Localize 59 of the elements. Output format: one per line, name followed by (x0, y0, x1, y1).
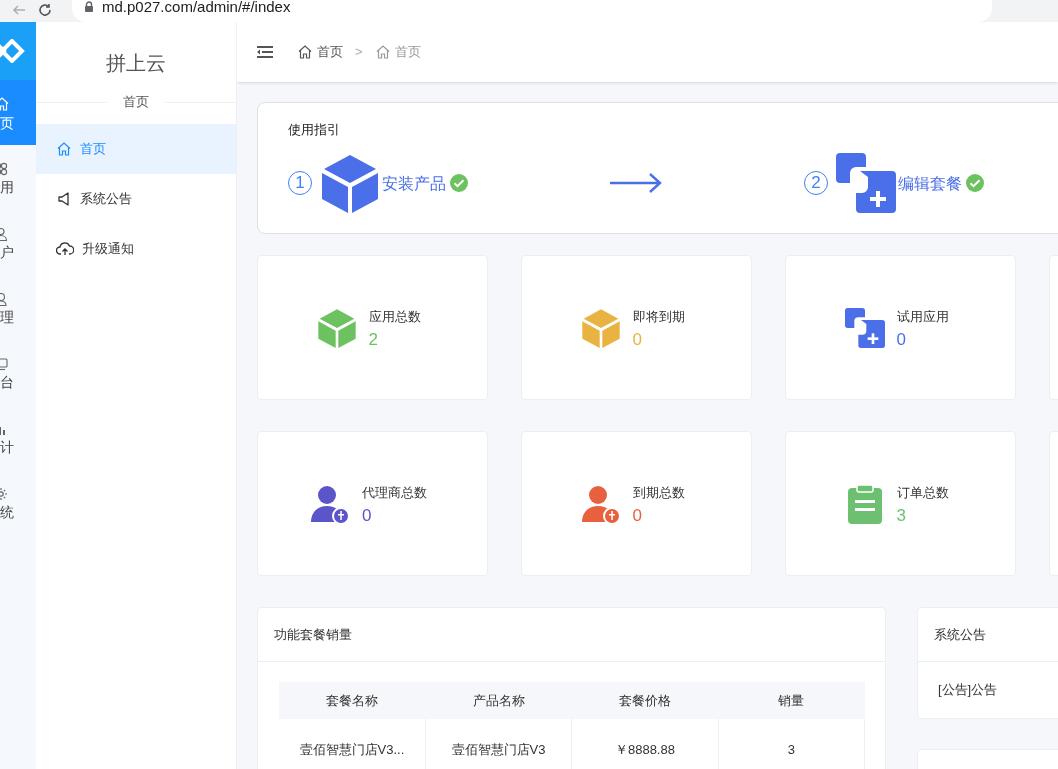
rail-label: 理 (0, 309, 14, 324)
url-text: md.p027.com/admin/#/index (102, 0, 291, 17)
arrow-icon (608, 170, 664, 195)
table-cell: ￥8888.88 (571, 719, 719, 769)
rail-item[interactable]: 户 (0, 210, 36, 275)
table-cell: 壹佰智慧门店V3... (279, 719, 426, 769)
home-icon (297, 44, 313, 60)
reload-icon (38, 3, 52, 17)
rail-item[interactable]: 理 (0, 275, 36, 340)
rail-item[interactable]: 计 (0, 405, 36, 470)
column-header: 销量 (718, 682, 865, 719)
rail-label: 计 (0, 439, 14, 454)
stat-value: 0 (362, 506, 373, 524)
breadcrumb-link[interactable]: 首页 (297, 42, 343, 62)
back-icon (12, 3, 26, 17)
app-title: 拼上云 (106, 51, 166, 76)
rail-item[interactable]: 统 (0, 470, 36, 535)
stat-value: 2 (368, 330, 379, 348)
stat-label: 试用应用 (896, 308, 949, 327)
table-cell: 壹佰智慧门店V3 (425, 719, 572, 769)
rail-label: 用 (0, 179, 14, 194)
stat-value: 3 (896, 506, 907, 524)
stat-label: 代理商总数 (362, 484, 427, 503)
rail-label: 统 (0, 504, 14, 519)
stat-value: 0 (632, 330, 643, 348)
rail-label: 台 (0, 374, 14, 389)
stat-label: 即将到期 (632, 308, 685, 327)
column-header: 产品名称 (425, 682, 572, 719)
card-title: 功能套餐销量 (258, 608, 885, 662)
notice-link[interactable]: [公告]公告 (918, 662, 1058, 718)
stat-value: 0 (632, 506, 643, 524)
menu-item[interactable]: 系统公告 (36, 174, 236, 224)
breadcrumb-separator: > (355, 43, 363, 62)
home-icon (56, 141, 72, 157)
stat-label: 到期总数 (632, 484, 685, 503)
rail-item[interactable]: 台 (0, 340, 36, 405)
logo-icon (0, 39, 26, 63)
card-title: 系统公告 (918, 608, 1058, 662)
column-header: 套餐价格 (571, 682, 719, 719)
step-link[interactable]: 安装产品 (382, 171, 446, 196)
cube-icon (320, 152, 380, 213)
rail-label: 页 (0, 115, 14, 130)
speaker-icon (56, 191, 72, 207)
menu-item[interactable]: 升级通知 (36, 224, 236, 274)
step-link[interactable]: 编辑套餐 (898, 171, 962, 196)
stat-label: 应用总数 (368, 308, 421, 327)
cloud-upload-icon (56, 241, 74, 257)
address-bar[interactable]: md.p027.com/admin/#/index (72, 0, 992, 22)
rail-item[interactable]: 用 (0, 145, 36, 210)
stat-label: 订单总数 (896, 484, 949, 503)
guide-title: 使用指引 (288, 121, 341, 139)
table-cell: 3 (718, 719, 865, 769)
menu-icon (257, 45, 273, 59)
home-icon (374, 44, 391, 60)
copy-plus-icon (836, 152, 896, 213)
rail-label: 户 (0, 244, 14, 259)
stat-value: 0 (896, 330, 907, 348)
lock-icon (84, 1, 94, 13)
column-header: 套餐名称 (279, 682, 426, 719)
